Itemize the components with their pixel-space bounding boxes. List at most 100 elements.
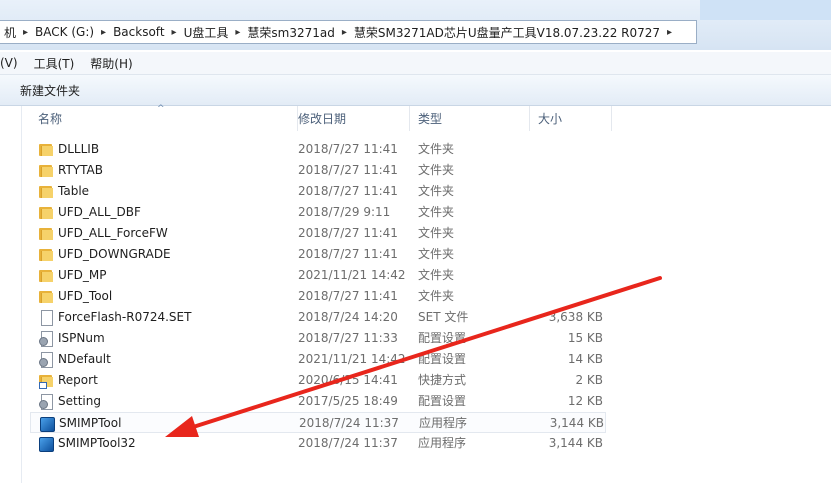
file-name: SMIMPTool32 (58, 436, 136, 450)
breadcrumb-item[interactable]: 机 (0, 24, 20, 41)
folder-icon (38, 268, 54, 283)
column-header-name[interactable]: 名称 (30, 106, 298, 131)
file-type: 快捷方式 (418, 373, 467, 387)
file-type: 文件夹 (418, 184, 455, 198)
file-type: 配置设置 (418, 394, 467, 408)
breadcrumb-separator-icon[interactable]: ▸ (20, 27, 31, 38)
file-modified-date: 2021/11/21 14:42 (298, 352, 406, 366)
file-type: 文件夹 (418, 142, 455, 156)
file-name: Table (58, 184, 90, 198)
file-row[interactable]: Setting 2017/5/25 18:49 配置设置 12 KB (30, 391, 606, 412)
breadcrumb-separator-icon[interactable]: ▸ (169, 27, 180, 38)
nav-pane-divider[interactable] (21, 106, 22, 483)
file-modified-date: 2020/6/15 14:41 (298, 373, 398, 387)
toolbar: 新建文件夹 (0, 75, 831, 106)
file-modified-date: 2018/7/27 11:41 (298, 226, 398, 240)
file-type: SET 文件 (418, 310, 469, 324)
file-modified-date: 2018/7/27 11:41 (298, 142, 398, 156)
file-type: 文件夹 (418, 163, 455, 177)
address-bar-region: 机 ▸ BACK (G:) ▸ Backsoft ▸ U盘工具 ▸ 慧荣sm3271ad ▸ 慧荣S… (0, 0, 831, 50)
file-type: 文件夹 (418, 205, 455, 219)
file-name: ForceFlash-R0724.SET (58, 310, 192, 324)
breadcrumb-separator-icon[interactable]: ▸ (339, 27, 350, 38)
breadcrumb-separator-icon[interactable]: ▸ (664, 27, 675, 38)
breadcrumb-separator-icon[interactable]: ▸ (232, 27, 243, 38)
file-row[interactable]: UFD_MP 2021/11/21 14:42 文件夹 (30, 265, 606, 286)
file-row[interactable]: ForceFlash-R0724.SET 2018/7/24 14:20 SET 文… (30, 307, 606, 328)
file-name: UFD_MP (58, 268, 107, 282)
address-bar[interactable]: 机 ▸ BACK (G:) ▸ Backsoft ▸ U盘工具 ▸ 慧荣sm3271ad ▸ 慧荣S… (0, 20, 697, 44)
file-size (530, 244, 603, 265)
file-row[interactable]: UFD_ALL_DBF 2018/7/29 9:11 文件夹 (30, 202, 606, 223)
file-row[interactable]: Report 2020/6/15 14:41 快捷方式 2 KB (30, 370, 606, 391)
file-modified-date: 2018/7/24 11:37 (298, 436, 398, 450)
file-list: ^ 名称 修改日期 类型 大小 DLLLIB 2018/7/27 11:41 文件夹… (0, 104, 831, 483)
menu-help[interactable]: 帮助(H) (82, 55, 140, 72)
file-modified-date: 2021/11/21 14:42 (298, 268, 406, 282)
file-size (530, 202, 603, 223)
file-name: NDefault (58, 352, 111, 366)
file-type: 应用程序 (419, 416, 468, 430)
shortcut-folder-icon (38, 373, 54, 389)
file-name: UFD_DOWNGRADE (58, 247, 171, 261)
new-folder-button[interactable]: 新建文件夹 (20, 82, 80, 99)
breadcrumb-item[interactable]: 慧荣sm3271ad (243, 24, 338, 41)
folder-icon (38, 163, 54, 178)
file-row[interactable]: NDefault 2021/11/21 14:42 配置设置 14 KB (30, 349, 606, 370)
file-row[interactable]: ISPNum 2018/7/27 11:33 配置设置 15 KB (30, 328, 606, 349)
file-size: 15 KB (567, 331, 603, 345)
folder-icon (38, 184, 54, 199)
file-modified-date: 2018/7/27 11:41 (298, 163, 398, 177)
file-modified-date: 2018/7/27 11:41 (298, 289, 398, 303)
file-size: 3,144 KB (548, 436, 603, 450)
menu-bar: (V) 工具(T) 帮助(H) (0, 52, 831, 75)
file-type: 配置设置 (418, 331, 467, 345)
file-name: UFD_ALL_DBF (58, 205, 141, 219)
folder-icon (38, 226, 54, 241)
file-name: DLLLIB (58, 142, 100, 156)
column-header-type[interactable]: 类型 (410, 106, 530, 131)
folder-icon (38, 142, 54, 157)
file-type: 文件夹 (418, 226, 455, 240)
file-modified-date: 2018/7/24 14:20 (298, 310, 398, 324)
breadcrumb-item[interactable]: U盘工具 (180, 24, 233, 41)
file-name: UFD_ALL_ForceFW (58, 226, 168, 240)
column-header-date[interactable]: 修改日期 (290, 106, 410, 131)
file-icon (38, 310, 54, 326)
file-name: Setting (58, 394, 101, 408)
menu-view[interactable]: (V) (0, 56, 26, 70)
file-modified-date: 2018/7/27 11:33 (298, 331, 398, 345)
search-box[interactable] (700, 0, 831, 20)
breadcrumb-item[interactable]: 慧荣SM3271AD芯片U盘量产工具V18.07.23.22 R0727 (350, 24, 664, 41)
file-row[interactable]: RTYTAB 2018/7/27 11:41 文件夹 (30, 160, 606, 181)
breadcrumb-separator-icon[interactable]: ▸ (98, 27, 109, 38)
file-row[interactable]: UFD_Tool 2018/7/27 11:41 文件夹 (30, 286, 606, 307)
settings-file-icon (38, 394, 54, 410)
file-size (530, 181, 603, 202)
file-size: 3,144 KB (549, 416, 604, 430)
column-header-size[interactable]: 大小 (530, 106, 612, 131)
file-modified-date: 2017/5/25 18:49 (298, 394, 398, 408)
file-type: 文件夹 (418, 247, 455, 261)
file-size: 14 KB (567, 352, 603, 366)
file-size (530, 223, 603, 244)
settings-file-icon (38, 352, 54, 368)
file-size (530, 139, 603, 160)
file-name: Report (58, 373, 98, 387)
file-name: ISPNum (58, 331, 105, 345)
file-name: SMIMPTool (59, 416, 122, 430)
file-size (530, 160, 603, 181)
file-name: UFD_Tool (58, 289, 113, 303)
file-row[interactable]: Table 2018/7/27 11:41 文件夹 (30, 181, 606, 202)
file-row[interactable]: UFD_DOWNGRADE 2018/7/27 11:41 文件夹 (30, 244, 606, 265)
menu-tools[interactable]: 工具(T) (26, 55, 83, 72)
file-row[interactable]: UFD_ALL_ForceFW 2018/7/27 11:41 文件夹 (30, 223, 606, 244)
file-row[interactable]: SMIMPTool32 2018/7/24 11:37 应用程序 3,144 KB (30, 433, 606, 454)
file-type: 配置设置 (418, 352, 467, 366)
breadcrumb-item[interactable]: BACK (G:) (31, 25, 98, 39)
folder-icon (38, 289, 54, 304)
file-row[interactable]: SMIMPTool 2018/7/24 11:37 应用程序 3,144 KB (30, 412, 606, 433)
file-type: 文件夹 (418, 289, 455, 303)
breadcrumb-item[interactable]: Backsoft (109, 25, 168, 39)
file-row[interactable]: DLLLIB 2018/7/27 11:41 文件夹 (30, 139, 606, 160)
